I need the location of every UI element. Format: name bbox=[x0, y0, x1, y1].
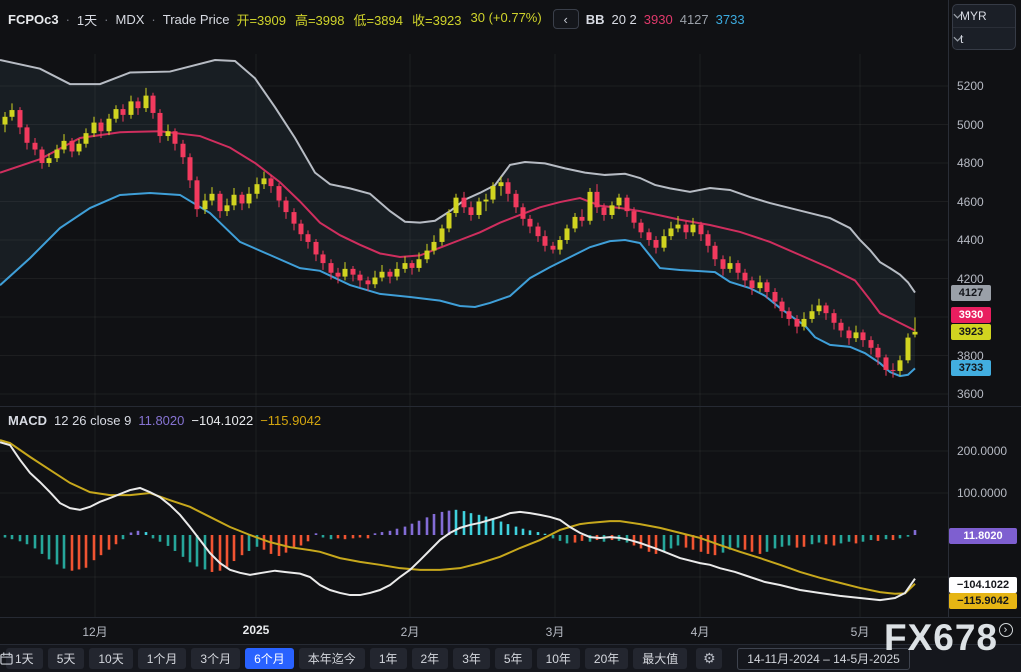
ohlc-values: 开=3909 高=3998 低=3894 收=3923 30 (+0.77%) bbox=[236, 10, 541, 29]
macd-line bbox=[0, 442, 915, 600]
time-axis-label: 2025 bbox=[243, 623, 270, 637]
time-axis-label: 4月 bbox=[691, 623, 710, 640]
macd-hist-value: 11.8020 bbox=[138, 413, 184, 428]
macd-signal-value: −115.9042 bbox=[260, 413, 321, 428]
close-value: 收=3923 bbox=[412, 10, 462, 29]
range-button-3个月[interactable]: 3个月 bbox=[191, 648, 240, 669]
price-axis-label: 5200 bbox=[957, 78, 984, 94]
range-button-5年[interactable]: 5年 bbox=[495, 648, 532, 669]
macd-line-badge: −104.1022 bbox=[949, 577, 1017, 593]
range-button-5天[interactable]: 5天 bbox=[48, 648, 85, 669]
price-axis[interactable]: MYR t 5200500048004600440042003800360020… bbox=[949, 0, 1021, 644]
macd-indicator-name[interactable]: MACD bbox=[8, 413, 47, 428]
range-buttons: 1天5天10天1个月3个月6个月本年迄今1年2年3年5年10年20年最大值 bbox=[6, 648, 687, 669]
collapse-legend-button[interactable]: ‹ bbox=[553, 9, 579, 29]
currency-label: MYR bbox=[960, 9, 987, 23]
range-button-2年[interactable]: 2年 bbox=[412, 648, 449, 669]
macd-axis-label: 100.0000 bbox=[957, 485, 1007, 501]
series-type-label: Trade Price bbox=[163, 12, 230, 27]
bb-basis-badge: 3930 bbox=[951, 307, 991, 323]
time-axis-label: 2月 bbox=[401, 623, 420, 640]
low-value: 低=3894 bbox=[353, 10, 403, 29]
separator-dot: · bbox=[104, 12, 108, 27]
range-button-10天[interactable]: 10天 bbox=[89, 648, 132, 669]
macd-signal-badge: −115.9042 bbox=[949, 593, 1017, 609]
interval-label[interactable]: 1天 bbox=[77, 10, 97, 29]
range-button-20年[interactable]: 20年 bbox=[585, 648, 628, 669]
price-axis-label: 3600 bbox=[957, 386, 984, 402]
high-value: 高=3998 bbox=[295, 10, 345, 29]
range-button-1个月[interactable]: 1个月 bbox=[138, 648, 187, 669]
change-value: 30 (+0.77%) bbox=[471, 10, 542, 29]
macd-legend: MACD 12 26 close 9 11.8020 −104.1022 −11… bbox=[8, 413, 321, 428]
panel-separator[interactable] bbox=[0, 406, 1021, 407]
separator-dot: · bbox=[66, 12, 70, 27]
exchange-label: MDX bbox=[116, 12, 145, 27]
gear-icon: ⚙ bbox=[703, 650, 716, 667]
macd-chart-panel[interactable] bbox=[0, 407, 948, 617]
separator-dot: · bbox=[151, 12, 155, 27]
axis-settings-box: MYR t bbox=[952, 4, 1016, 50]
range-button-10年[interactable]: 10年 bbox=[537, 648, 580, 669]
macd-axis-label: 200.0000 bbox=[957, 443, 1007, 459]
bb-params: 20 2 bbox=[611, 12, 636, 27]
unit-dropdown[interactable]: t bbox=[953, 27, 1015, 49]
price-axis-label: 4400 bbox=[957, 232, 984, 248]
date-range-picker[interactable]: 14-11月-2024 – 14-5月-2025 bbox=[737, 648, 910, 670]
macd-histogram bbox=[5, 510, 915, 572]
time-axis-label: 12月 bbox=[82, 623, 107, 640]
range-button-本年迄今[interactable]: 本年迄今 bbox=[299, 648, 365, 669]
bb-basis-value: 3930 bbox=[644, 12, 673, 27]
price-axis-label: 4800 bbox=[957, 155, 984, 171]
time-axis-label: 5月 bbox=[851, 623, 870, 640]
range-button-最大值[interactable]: 最大值 bbox=[633, 648, 687, 669]
bb-upper-badge: 4127 bbox=[951, 285, 991, 301]
chevron-left-icon: ‹ bbox=[564, 12, 568, 27]
open-value: 开=3909 bbox=[236, 10, 286, 29]
chevron-down-icon bbox=[953, 36, 962, 42]
chevron-down-icon bbox=[953, 13, 962, 19]
macd-line-value: −104.1022 bbox=[191, 413, 253, 428]
bb-indicator-name[interactable]: BB bbox=[586, 12, 605, 27]
symbol-legend: FCPOc3 · 1天 · MDX · Trade Price 开=3909 高… bbox=[8, 9, 745, 29]
price-axis-label: 5000 bbox=[957, 117, 984, 133]
chart-settings-button[interactable]: ⚙ bbox=[696, 648, 722, 669]
time-axis[interactable]: 12月 2025 2月 3月 4月 5月 bbox=[0, 618, 948, 644]
macd-hist-badge: 11.8020 bbox=[949, 528, 1017, 544]
range-button-3年[interactable]: 3年 bbox=[453, 648, 490, 669]
range-button-6个月[interactable]: 6个月 bbox=[245, 648, 294, 669]
trading-chart-app: FCPOc3 · 1天 · MDX · Trade Price 开=3909 高… bbox=[0, 0, 1021, 672]
last-price-badge: 3923 bbox=[951, 324, 991, 340]
price-axis-label: 4600 bbox=[957, 194, 984, 210]
calendar-icon bbox=[0, 652, 13, 665]
range-toolbar: 1天5天10天1个月3个月6个月本年迄今1年2年3年5年10年20年最大值 ⚙ … bbox=[0, 644, 1021, 672]
date-range-text: 14-11月-2024 – 14-5月-2025 bbox=[747, 650, 900, 667]
macd-signal-line bbox=[0, 440, 915, 594]
currency-dropdown[interactable]: MYR bbox=[953, 5, 1015, 27]
bb-lower-value: 3733 bbox=[716, 12, 745, 27]
bb-upper-value: 4127 bbox=[680, 12, 709, 27]
price-chart-panel[interactable] bbox=[0, 54, 948, 407]
time-axis-label: 3月 bbox=[546, 623, 565, 640]
macd-params: 12 26 close 9 bbox=[54, 413, 131, 428]
range-button-1年[interactable]: 1年 bbox=[370, 648, 407, 669]
bb-lower-badge: 3733 bbox=[951, 360, 991, 376]
symbol-name[interactable]: FCPOc3 bbox=[8, 12, 59, 27]
